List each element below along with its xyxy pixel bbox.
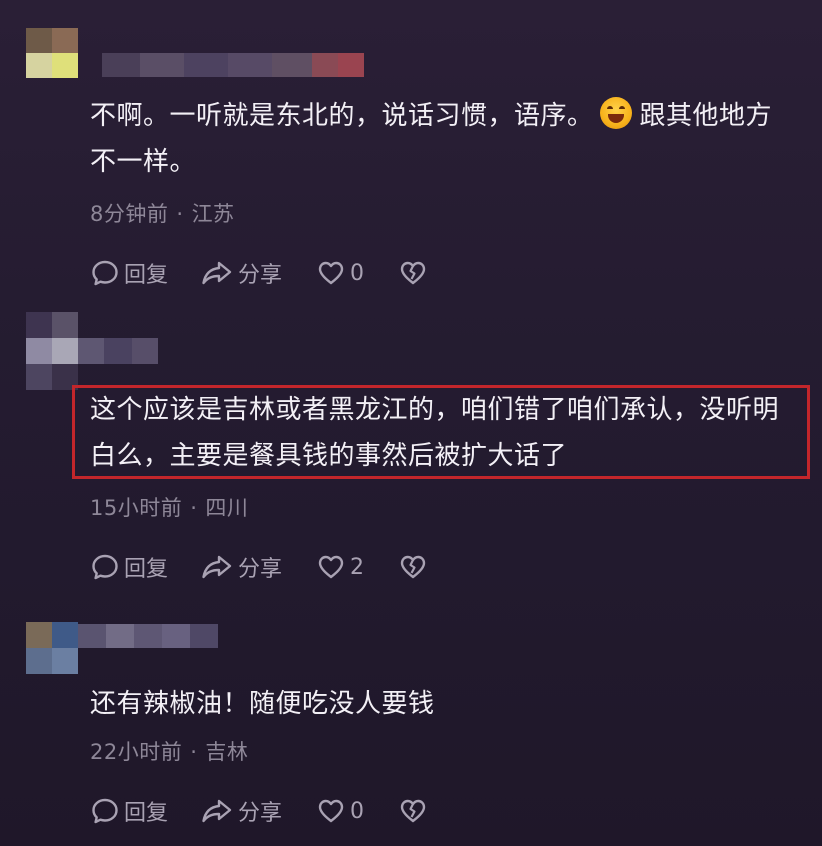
username[interactable]	[78, 624, 218, 648]
heart-icon	[316, 796, 346, 826]
comment-item: 还有辣椒油！随便吃没人要钱 22小时前 · 吉林 回复 分享 0	[0, 0, 822, 846]
comment-time: 22小时前	[90, 740, 183, 764]
reply-icon	[90, 796, 120, 826]
comment-meta: 22小时前 · 吉林	[90, 736, 248, 766]
avatar[interactable]	[26, 622, 78, 674]
comment-text: 还有辣椒油！随便吃没人要钱	[90, 689, 435, 719]
reply-button[interactable]: 回复	[90, 795, 200, 827]
like-count: 0	[350, 798, 364, 824]
comment-actions: 回复 分享 0	[90, 794, 428, 828]
share-label: 分享	[238, 801, 283, 826]
broken-heart-icon	[398, 796, 428, 826]
share-arrow-icon	[200, 796, 234, 826]
comment-location: 吉林	[205, 740, 249, 764]
blurred-user-header	[0, 622, 240, 682]
share-button[interactable]: 分享	[200, 795, 316, 827]
dislike-button[interactable]	[398, 796, 428, 826]
reply-label: 回复	[124, 801, 169, 826]
like-button[interactable]: 0	[316, 796, 398, 826]
meta-separator: ·	[190, 740, 198, 764]
